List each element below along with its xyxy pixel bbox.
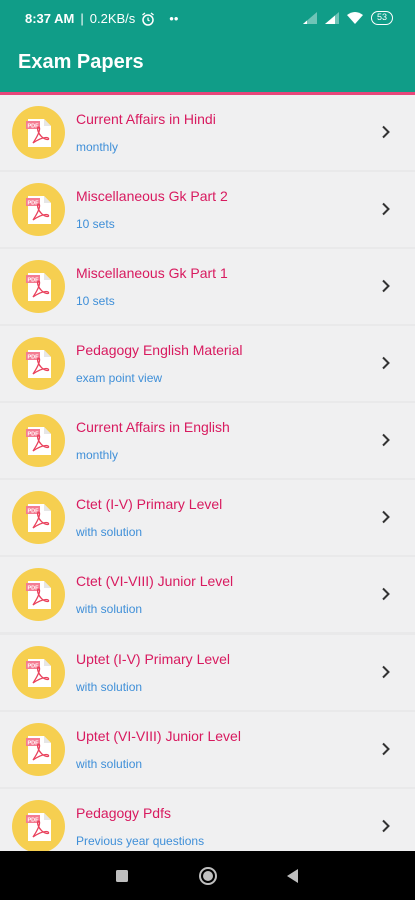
list-item[interactable]: PDF Uptet (VI-VIII) Junior Level with so… xyxy=(0,712,415,787)
pdf-file-icon: PDF xyxy=(12,800,65,851)
item-title: Pedagogy Pdfs xyxy=(76,805,171,821)
item-title: Ctet (VI-VIII) Junior Level xyxy=(76,573,234,589)
list-item[interactable]: PDF Current Affairs in Hindi monthly xyxy=(0,95,415,170)
list-item[interactable]: PDF Ctet (I-V) Primary Level with soluti… xyxy=(0,480,415,555)
item-subtitle: with solution xyxy=(76,757,143,771)
recent-apps-icon[interactable] xyxy=(111,865,133,887)
item-title: Pedagogy English Material xyxy=(76,342,243,358)
status-bar: 8:37 AM | 0.2KB/s •• 53 xyxy=(0,0,415,38)
item-subtitle: with solution xyxy=(76,602,143,616)
item-title: Current Affairs in Hindi xyxy=(76,111,216,127)
item-title: Miscellaneous Gk Part 1 xyxy=(76,265,228,281)
item-title: Uptet (VI-VIII) Junior Level xyxy=(76,728,241,744)
alarm-icon xyxy=(142,11,155,26)
chevron-right-icon xyxy=(382,587,390,601)
item-title: Current Affairs in English xyxy=(76,419,230,435)
item-subtitle: with solution xyxy=(76,680,143,694)
pdf-file-icon: PDF xyxy=(12,568,65,621)
app-bar: Exam Papers xyxy=(0,38,415,92)
chevron-right-icon xyxy=(382,433,390,447)
battery-indicator: 53 xyxy=(370,11,393,25)
chevron-right-icon xyxy=(382,742,390,756)
item-title: Uptet (I-V) Primary Level xyxy=(76,651,231,667)
item-title: Miscellaneous Gk Part 2 xyxy=(76,188,228,204)
pdf-file-icon: PDF xyxy=(12,106,65,159)
chevron-right-icon xyxy=(382,356,390,370)
exam-papers-list[interactable]: PDF Current Affairs in Hindi monthly PDF… xyxy=(0,92,415,851)
list-item[interactable]: PDF Pedagogy English Material exam point… xyxy=(0,326,415,401)
chevron-right-icon xyxy=(382,819,390,833)
chevron-right-icon xyxy=(382,125,390,139)
page-title: Exam Papers xyxy=(18,51,144,73)
item-subtitle: Previous year questions xyxy=(76,834,205,848)
chevron-right-icon xyxy=(382,510,390,524)
signal-2-icon xyxy=(324,12,339,24)
signal-1-icon xyxy=(302,12,317,24)
status-network-speed: 0.2KB/s xyxy=(89,11,136,26)
list-item[interactable]: PDF Current Affairs in English monthly xyxy=(0,403,415,478)
list-item[interactable]: PDF Miscellaneous Gk Part 2 10 sets xyxy=(0,172,415,247)
list-item[interactable]: PDF Ctet (VI-VIII) Junior Level with sol… xyxy=(0,557,415,632)
pdf-file-icon: PDF xyxy=(12,183,65,236)
item-subtitle: 10 sets xyxy=(76,294,115,308)
pdf-file-icon: PDF xyxy=(12,723,65,776)
pdf-file-icon: PDF xyxy=(12,260,65,313)
pdf-file-icon: PDF xyxy=(12,646,65,699)
wifi-icon xyxy=(346,12,363,24)
list-item[interactable]: PDF Uptet (I-V) Primary Level with solut… xyxy=(0,635,415,710)
chevron-right-icon xyxy=(382,279,390,293)
list-item[interactable]: PDF Miscellaneous Gk Part 1 10 sets xyxy=(0,249,415,324)
system-navigation-bar xyxy=(0,851,415,900)
pdf-file-icon: PDF xyxy=(12,337,65,390)
pdf-file-icon: PDF xyxy=(12,414,65,467)
status-separator: | xyxy=(80,11,84,26)
item-subtitle: monthly xyxy=(76,140,119,154)
item-subtitle: exam point view xyxy=(76,371,163,385)
list-item[interactable]: PDF Pedagogy Pdfs Previous year question… xyxy=(0,789,415,851)
item-subtitle: with solution xyxy=(76,525,143,539)
pdf-file-icon: PDF xyxy=(12,491,65,544)
chevron-right-icon xyxy=(382,665,390,679)
notification-dots: •• xyxy=(169,11,179,26)
item-subtitle: monthly xyxy=(76,448,119,462)
status-time: 8:37 AM xyxy=(25,11,75,26)
home-icon[interactable] xyxy=(197,865,219,887)
back-icon[interactable] xyxy=(282,865,304,887)
chevron-right-icon xyxy=(382,202,390,216)
item-subtitle: 10 sets xyxy=(76,217,115,231)
item-title: Ctet (I-V) Primary Level xyxy=(76,496,223,512)
